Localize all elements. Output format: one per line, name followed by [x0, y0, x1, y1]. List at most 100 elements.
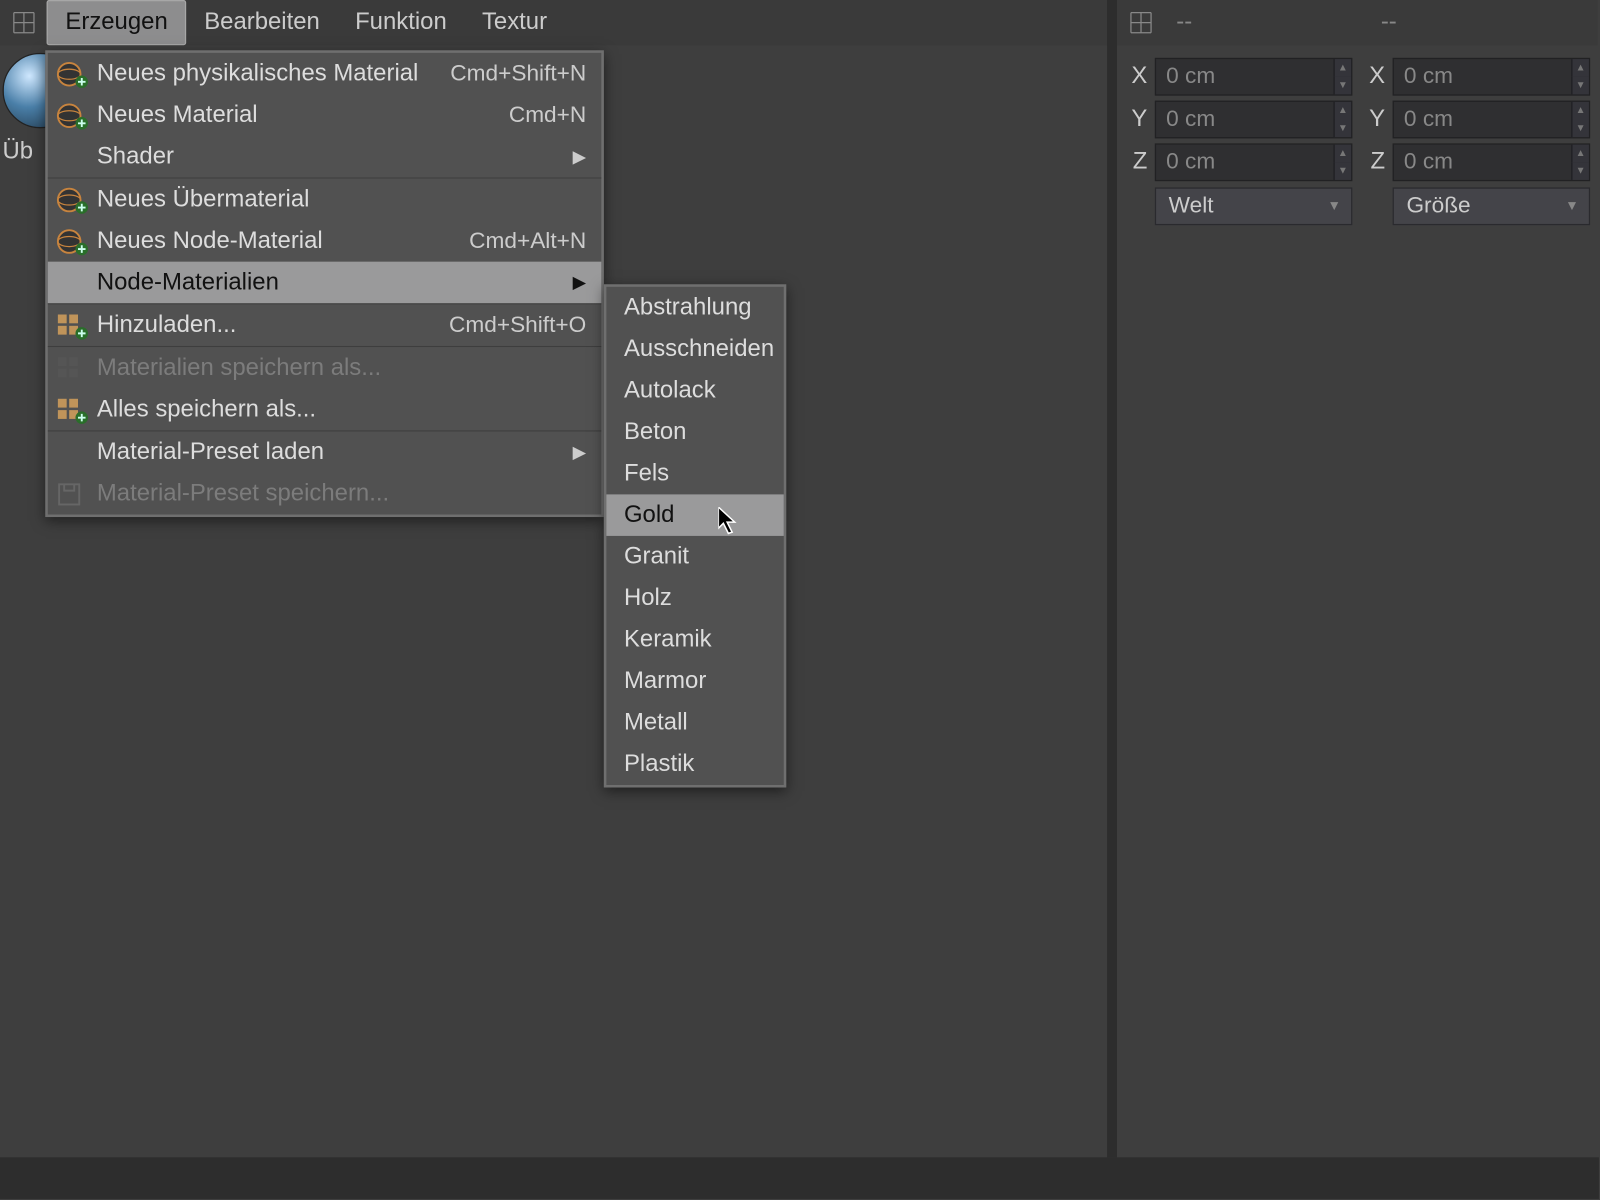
chevron-down-icon: ▼ — [1565, 198, 1579, 213]
axis-label-y-left: Y — [1127, 105, 1155, 133]
menu-funktion[interactable]: Funktion — [337, 1, 464, 44]
coord-mode-left-label: Welt — [1169, 192, 1214, 218]
submenu-item-label: Beton — [624, 418, 686, 446]
submenu-item[interactable]: Plastik — [606, 743, 783, 785]
spinner[interactable]: ▲▼ — [1571, 58, 1589, 93]
grid-icon — [6, 5, 41, 40]
chevron-right-icon: ▶ — [564, 146, 587, 167]
submenu-item-label: Gold — [624, 501, 674, 529]
panel-divider[interactable] — [1107, 0, 1117, 1157]
menu-item-label: Neues Übermaterial — [97, 186, 586, 214]
grid-icon — [52, 352, 92, 385]
menu-item[interactable]: Node-Materialien▶ — [48, 262, 602, 304]
submenu-item[interactable]: Granit — [606, 536, 783, 578]
menu-erzeugen[interactable]: Erzeugen — [47, 0, 187, 45]
coord-y-right[interactable]: 0 cm ▲▼ — [1393, 100, 1591, 138]
spinner[interactable]: ▲▼ — [1333, 101, 1351, 136]
menu-item-label: Materialien speichern als... — [97, 354, 586, 382]
menu-item[interactable]: Hinzuladen...Cmd+Shift+O — [48, 304, 602, 346]
submenu-item[interactable]: Gold — [606, 494, 783, 536]
menu-item-label: Shader — [97, 143, 564, 171]
coord-y-left[interactable]: 0 cm ▲▼ — [1155, 100, 1353, 138]
coords-menubar: -- -- — [1117, 0, 1598, 45]
submenu-item[interactable]: Abstrahlung — [606, 287, 783, 329]
menu-item[interactable]: Material-Preset laden▶ — [48, 431, 602, 473]
menu-item[interactable]: Neues Übermaterial — [48, 179, 602, 221]
submenu-item-label: Ausschneiden — [624, 335, 774, 363]
coord-mode-right-label: Größe — [1406, 192, 1470, 218]
submenu-item[interactable]: Holz — [606, 577, 783, 619]
sphere-plus-icon — [52, 99, 92, 132]
coord-z-left[interactable]: 0 cm ▲▼ — [1155, 143, 1353, 181]
axis-label-z-right: Z — [1365, 148, 1393, 176]
coord-mode-left[interactable]: Welt ▼ — [1155, 187, 1353, 225]
spinner[interactable]: ▲▼ — [1333, 144, 1351, 179]
menu-item[interactable]: Shader▶ — [48, 136, 602, 178]
sphere-plus-icon — [52, 225, 92, 258]
submenu-item[interactable]: Keramik — [606, 619, 783, 661]
submenu-item-label: Autolack — [624, 377, 716, 405]
coord-z-left-value: 0 cm — [1166, 148, 1215, 174]
chevron-right-icon: ▶ — [564, 272, 587, 293]
axis-label-x-left: X — [1127, 62, 1155, 90]
submenu-item-label: Abstrahlung — [624, 294, 752, 322]
spinner[interactable]: ▲▼ — [1333, 58, 1351, 93]
menu-item[interactable]: Neues MaterialCmd+N — [48, 94, 602, 136]
submenu-item-label: Keramik — [624, 626, 712, 654]
menu-item-label: Neues physikalisches Material — [97, 60, 450, 88]
chevron-down-icon: ▼ — [1327, 198, 1341, 213]
grid-icon — [1123, 5, 1158, 40]
coord-z-right-value: 0 cm — [1404, 148, 1453, 174]
menu-item-label: Neues Material — [97, 101, 509, 129]
submenu-item[interactable]: Ausschneiden — [606, 328, 783, 370]
menu-item-shortcut: Cmd+Shift+O — [449, 312, 586, 338]
erzeugen-menu: Neues physikalisches MaterialCmd+Shift+N… — [45, 50, 604, 517]
axis-label-x-right: X — [1365, 62, 1393, 90]
bottom-strip — [0, 1157, 1599, 1199]
menu-item[interactable]: Alles speichern als... — [48, 389, 602, 431]
submenu-item[interactable]: Marmor — [606, 660, 783, 702]
coord-x-right[interactable]: 0 cm ▲▼ — [1393, 57, 1591, 95]
coord-x-right-value: 0 cm — [1404, 63, 1453, 89]
submenu-item-label: Holz — [624, 584, 672, 612]
menu-item-label: Hinzuladen... — [97, 311, 449, 339]
grid-plus-icon — [52, 309, 92, 342]
submenu-item[interactable]: Fels — [606, 453, 783, 495]
menu-item-shortcut: Cmd+Shift+N — [450, 60, 586, 86]
menu-item-label: Node-Materialien — [97, 269, 564, 297]
coords-dash-2: -- — [1381, 9, 1397, 37]
menu-item[interactable]: Neues physikalisches MaterialCmd+Shift+N — [48, 53, 602, 95]
menu-bearbeiten[interactable]: Bearbeiten — [187, 1, 338, 44]
chevron-right-icon: ▶ — [564, 442, 587, 463]
submenu-item-label: Marmor — [624, 667, 706, 695]
coordinates-panel: -- -- X 0 cm ▲▼ X 0 cm ▲▼ Y 0 cm ▲▼ Y 0 cm ▲… — [1117, 0, 1598, 1157]
material-swatch-label: Üb — [3, 138, 34, 166]
menu-item[interactable]: Neues Node-MaterialCmd+Alt+N — [48, 220, 602, 262]
node-materialien-submenu: Abstrahlung Ausschneiden Autolack Beton Fels… — [604, 284, 786, 787]
spinner[interactable]: ▲▼ — [1571, 144, 1589, 179]
submenu-item[interactable]: Metall — [606, 702, 783, 744]
coord-x-left-value: 0 cm — [1166, 63, 1215, 89]
coord-x-left[interactable]: 0 cm ▲▼ — [1155, 57, 1353, 95]
axis-label-y-right: Y — [1365, 105, 1393, 133]
menu-item: Materialien speichern als... — [48, 347, 602, 389]
preset-save-icon — [52, 477, 92, 510]
coord-y-right-value: 0 cm — [1404, 106, 1453, 132]
materials-menubar: Erzeugen Bearbeiten Funktion Textur — [0, 0, 1107, 45]
menu-item-label: Alles speichern als... — [97, 396, 586, 424]
coord-z-right[interactable]: 0 cm ▲▼ — [1393, 143, 1591, 181]
menu-item-label: Material-Preset speichern... — [97, 480, 586, 508]
menu-item-label: Neues Node-Material — [97, 227, 469, 255]
spinner[interactable]: ▲▼ — [1571, 101, 1589, 136]
coord-mode-right[interactable]: Größe ▼ — [1393, 187, 1591, 225]
grid-plus-icon — [52, 393, 92, 426]
materials-panel: Erzeugen Bearbeiten Funktion Textur Üb N… — [0, 0, 1107, 1157]
coord-block: X 0 cm ▲▼ X 0 cm ▲▼ Y 0 cm ▲▼ Y 0 cm ▲▼ Z 0 … — [1127, 55, 1590, 226]
submenu-item[interactable]: Autolack — [606, 370, 783, 412]
sphere-plus-icon — [52, 183, 92, 216]
coord-y-left-value: 0 cm — [1166, 106, 1215, 132]
menu-textur[interactable]: Textur — [464, 1, 564, 44]
menu-item: Material-Preset speichern... — [48, 473, 602, 515]
submenu-item-label: Fels — [624, 460, 669, 488]
submenu-item[interactable]: Beton — [606, 411, 783, 453]
